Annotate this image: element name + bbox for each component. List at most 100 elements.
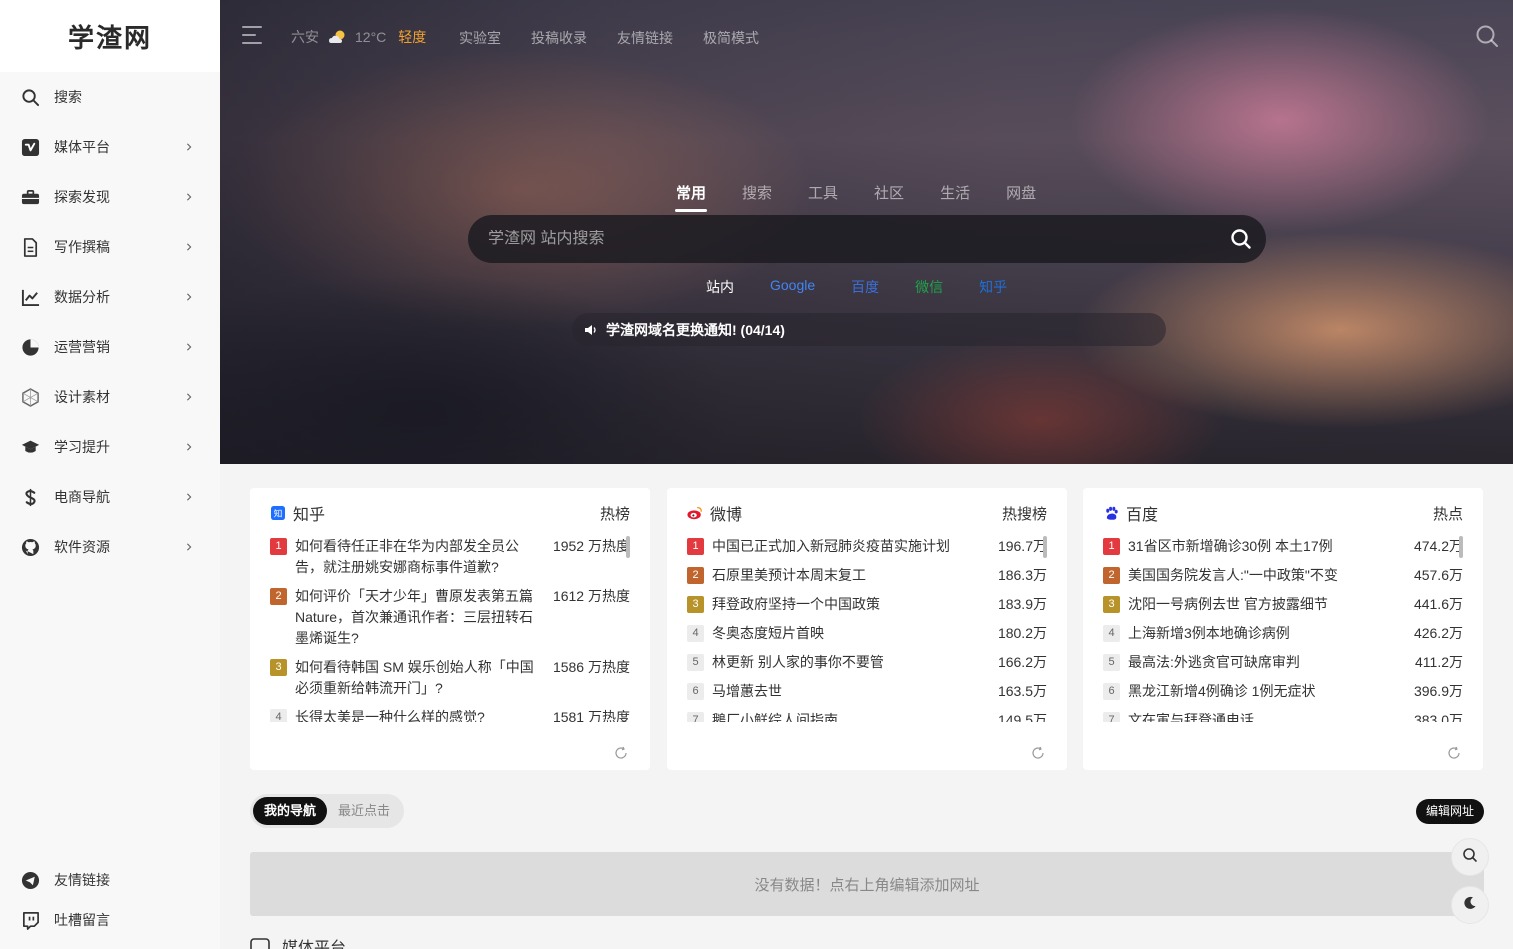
list-item[interactable]: 1 31省区市新增确诊30例 本土17例 474.2万 xyxy=(1103,536,1463,557)
sidebar-item-ecommerce[interactable]: 电商导航 xyxy=(0,472,220,522)
briefcase-icon xyxy=(20,187,40,207)
engine-google[interactable]: Google xyxy=(770,277,815,297)
list-item[interactable]: 5 最高法:外逃贪官可缺席审判 411.2万 xyxy=(1103,652,1463,673)
scrollbar[interactable] xyxy=(1459,536,1463,558)
rank-badge: 4 xyxy=(1103,625,1120,642)
list-item[interactable]: 6 马增蕙去世 163.5万 xyxy=(687,681,1047,702)
list-item[interactable]: 3 如何看待韩国 SM 娱乐创始人称「中国必须重新给韩流开门」? 1586 万热度 xyxy=(270,657,630,699)
hot-item-heat: 411.2万 xyxy=(1415,654,1463,670)
search-submit-icon[interactable] xyxy=(1230,228,1252,250)
refresh-icon[interactable] xyxy=(1031,746,1045,760)
sidebar-item-label: 媒体平台 xyxy=(54,139,110,155)
search-icon[interactable] xyxy=(1475,24,1499,48)
hot-card-type[interactable]: 热榜 xyxy=(600,503,630,524)
dark-mode-toggle[interactable] xyxy=(1451,886,1489,924)
engine-baidu[interactable]: 百度 xyxy=(851,277,879,297)
top-nav-friend-links[interactable]: 友情链接 xyxy=(617,28,673,48)
topbar: 六安 12°C 轻度 实验室 投稿收录 友情链接 极简模式 xyxy=(220,0,1513,72)
list-item[interactable]: 5 林更新 别人家的事你不要管 166.2万 xyxy=(687,652,1047,673)
engine-wechat[interactable]: 微信 xyxy=(915,277,943,297)
hot-card-type[interactable]: 热点 xyxy=(1433,503,1463,524)
float-search-button[interactable] xyxy=(1451,838,1489,876)
list-item[interactable]: 2 如何评价「天才少年」曹原发表第五篇 Nature，首次兼通讯作者：三层扭转石墨… xyxy=(270,586,630,649)
list-item[interactable]: 4 冬奥态度短片首映 180.2万 xyxy=(687,623,1047,644)
sidebar-item-writing[interactable]: 写作撰稿 xyxy=(0,222,220,272)
tab-recent-clicks[interactable]: 最近点击 xyxy=(327,797,401,825)
tab-life[interactable]: 生活 xyxy=(940,182,970,203)
sidebar-item-learning[interactable]: 学习提升 xyxy=(0,422,220,472)
notice-text[interactable]: 学渣网域名更换通知! (04/14) xyxy=(606,320,785,340)
scrollbar[interactable] xyxy=(626,536,630,558)
list-item[interactable]: 2 美国国务院发言人:"一中政策"不变 457.6万 xyxy=(1103,565,1463,586)
edit-urls-button[interactable]: 编辑网址 xyxy=(1415,799,1484,824)
list-item[interactable]: 3 沈阳一号病例去世 官方披露细节 441.6万 xyxy=(1103,594,1463,615)
list-item[interactable]: 3 拜登政府坚持一个中国政策 183.9万 xyxy=(687,594,1047,615)
weather-widget[interactable]: 六安 12°C 轻度 xyxy=(291,27,426,47)
vimeo-icon xyxy=(250,938,270,949)
sidebar-item-label: 搜索 xyxy=(54,89,82,105)
graduation-cap-icon xyxy=(20,437,40,457)
tab-search[interactable]: 搜索 xyxy=(742,182,772,203)
hot-item-title: 中国已正式加入新冠肺炎疫苗实施计划 xyxy=(712,538,950,554)
weibo-icon xyxy=(687,505,703,521)
twitch-icon xyxy=(20,910,40,930)
sidebar-item-software[interactable]: 软件资源 xyxy=(0,522,220,572)
sidebar-item-friend-links[interactable]: 友情链接 xyxy=(0,860,220,900)
tab-netdisk[interactable]: 网盘 xyxy=(1006,182,1036,203)
menu-toggle-icon[interactable] xyxy=(242,26,264,46)
chevron-right-icon xyxy=(184,492,194,502)
hot-card-title: 百度 xyxy=(1126,507,1159,524)
list-item[interactable]: 4 长得太美是一种什么样的感觉? 1581 万热度 xyxy=(270,707,630,722)
sidebar-bottom: 友情链接 吐槽留言 xyxy=(0,860,220,940)
sidebar-item-feedback[interactable]: 吐槽留言 xyxy=(0,900,220,940)
tab-my-nav[interactable]: 我的导航 xyxy=(253,797,328,825)
weather-temp: 12°C xyxy=(355,29,387,45)
list-item[interactable]: 1 如何看待任正非在华为内部发全员公告，就注册姚安娜商标事件道歉? 1952 万热度 xyxy=(270,536,630,578)
hot-item-title: 如何看待韩国 SM 娱乐创始人称「中国必须重新给韩流开门」? xyxy=(295,659,534,696)
rank-badge: 6 xyxy=(687,683,704,700)
section-title-media: 媒体平台 xyxy=(250,936,346,949)
logo[interactable]: 学渣网 xyxy=(0,0,220,72)
sidebar-item-label: 运营营销 xyxy=(54,339,110,355)
engine-zhihu[interactable]: 知乎 xyxy=(979,277,1007,297)
tab-tools[interactable]: 工具 xyxy=(808,182,838,203)
search-input[interactable] xyxy=(488,230,1188,248)
hot-item-heat: 441.6万 xyxy=(1413,596,1463,612)
rank-badge: 2 xyxy=(687,567,704,584)
search-tabs: 常用 搜索 工具 社区 生活 网盘 xyxy=(674,182,1072,212)
zhihu-icon: 知 xyxy=(270,505,286,521)
empty-text: 没有数据！点右上角编辑添加网址 xyxy=(754,876,980,894)
list-item[interactable]: 7 鵝厂小鲜综人间指南 149.5万 xyxy=(687,710,1047,722)
search-icon xyxy=(1462,847,1478,868)
engine-site[interactable]: 站内 xyxy=(706,277,734,297)
hot-item-heat: 426.2万 xyxy=(1413,625,1463,641)
sidebar-item-media[interactable]: 媒体平台 xyxy=(0,122,220,172)
scrollbar[interactable] xyxy=(1043,536,1047,558)
sidebar-item-label: 探索发现 xyxy=(54,189,110,205)
list-item[interactable]: 7 文在寅与拜登通电话 383.0万 xyxy=(1103,710,1463,722)
sidebar-menu: 搜索 媒体平台 探索发现 写作撰稿 数据分析 运营营销 设计素材 学习提升 电商… xyxy=(0,72,220,572)
list-item[interactable]: 6 黑龙江新增4例确诊 1例无症状 396.9万 xyxy=(1103,681,1463,702)
top-nav-lab[interactable]: 实验室 xyxy=(459,28,501,48)
list-item[interactable]: 4 上海新增3例本地确诊病例 426.2万 xyxy=(1103,623,1463,644)
hot-item-heat: 1952 万热度 xyxy=(552,538,630,554)
list-item[interactable]: 2 石原里美预计本周末复工 186.3万 xyxy=(687,565,1047,586)
tab-common[interactable]: 常用 xyxy=(674,182,708,212)
list-item[interactable]: 1 中国已正式加入新冠肺炎疫苗实施计划 196.7万 xyxy=(687,536,1047,557)
sidebar-item-explore[interactable]: 探索发现 xyxy=(0,172,220,222)
top-nav-submit[interactable]: 投稿收录 xyxy=(531,28,587,48)
sidebar-item-search[interactable]: 搜索 xyxy=(0,72,220,122)
refresh-icon[interactable] xyxy=(614,746,628,760)
sidebar: 学渣网 搜索 媒体平台 探索发现 写作撰稿 数据分析 运营营销 设计素材 学习提… xyxy=(0,0,220,949)
hot-item-title: 石原里美预计本周末复工 xyxy=(712,567,866,583)
sidebar-item-design[interactable]: 设计素材 xyxy=(0,372,220,422)
hot-card-type[interactable]: 热搜榜 xyxy=(1002,503,1047,524)
search-box xyxy=(468,215,1266,263)
sidebar-item-analytics[interactable]: 数据分析 xyxy=(0,272,220,322)
chevron-right-icon xyxy=(184,192,194,202)
tab-community[interactable]: 社区 xyxy=(874,182,904,203)
rank-badge: 1 xyxy=(1103,538,1120,555)
sidebar-item-marketing[interactable]: 运营营销 xyxy=(0,322,220,372)
top-nav-minimal-mode[interactable]: 极简模式 xyxy=(703,28,759,48)
refresh-icon[interactable] xyxy=(1447,746,1461,760)
